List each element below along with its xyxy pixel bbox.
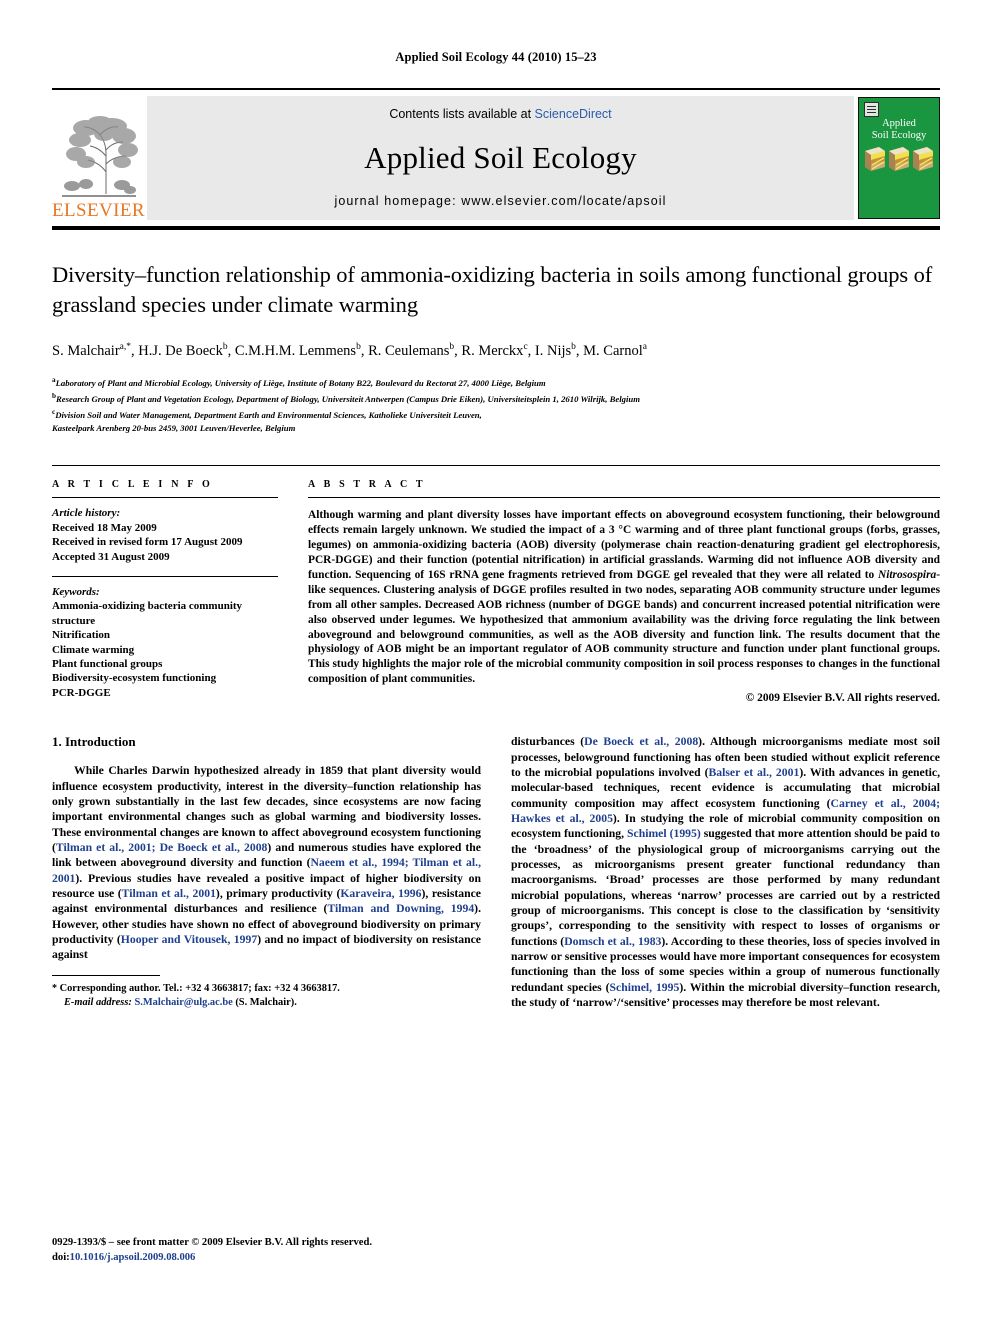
history-item: Received 18 May 2009 xyxy=(52,521,157,534)
affiliation-item: bResearch Group of Plant and Vegetation … xyxy=(52,390,940,406)
article-info-column: A R T I C L E I N F O Article history: R… xyxy=(52,479,278,704)
history-item: Accepted 31 August 2009 xyxy=(52,550,170,563)
history-item: Received in revised form 17 August 2009 xyxy=(52,536,243,549)
cover-title-line-1: Applied xyxy=(882,118,916,129)
footnote-star-marker: * xyxy=(52,983,57,995)
keywords-label: Keywords: xyxy=(52,585,100,598)
affiliation-text: Division Soil and Water Management, Depa… xyxy=(55,409,482,420)
sciencedirect-link[interactable]: ScienceDirect xyxy=(535,107,612,121)
elsevier-wordmark: ELSEVIER xyxy=(52,200,145,221)
title-block: Diversity–function relationship of ammon… xyxy=(52,260,940,435)
keyword-item: Ammonia-oxidizing bacteria community str… xyxy=(52,600,243,627)
doi-line: doi:10.1016/j.apsoil.2009.08.006 xyxy=(52,1251,372,1266)
keyword-item: Nitrification xyxy=(52,629,111,642)
cover-soil-profiles xyxy=(865,145,933,171)
affiliation-item: cDivision Soil and Water Management, Dep… xyxy=(52,406,940,422)
soil-profile-icon xyxy=(913,145,933,171)
keyword-item: Biodiversity-ecosystem functioning xyxy=(52,672,217,685)
affiliation-text: Kasteelpark Arenberg 20-bus 2459, 3001 L… xyxy=(52,423,296,434)
abstract-copyright: © 2009 Elsevier B.V. All rights reserved… xyxy=(745,692,940,705)
article-info-label: A R T I C L E I N F O xyxy=(52,479,213,491)
body-column-right: disturbances (De Boeck et al., 2008). Al… xyxy=(511,734,940,1010)
affiliation-item: Kasteelpark Arenberg 20-bus 2459, 3001 L… xyxy=(52,422,940,435)
contents-prefix: Contents lists available at xyxy=(389,107,535,121)
journal-masthead: ELSEVIER Contents lists available at Sci… xyxy=(52,88,940,230)
author-list: S. Malchaira,*, H.J. De Boeckb, C.M.H.M.… xyxy=(52,342,647,359)
affiliation-text: Laboratory of Plant and Microbial Ecolog… xyxy=(55,377,546,388)
email-address-label: E-mail address: xyxy=(64,997,132,1009)
abstract-part-2: -like sequences. Clustering analysis of … xyxy=(308,568,940,686)
soil-profile-icon xyxy=(889,145,909,171)
elsevier-logo: ELSEVIER xyxy=(52,90,145,226)
journal-homepage-link[interactable]: journal homepage: www.elsevier.com/locat… xyxy=(334,194,666,208)
cover-elsevier-mark-icon xyxy=(864,102,879,117)
journal-title: Applied Soil Ecology xyxy=(364,139,637,175)
corresponding-author-text: Corresponding author. Tel.: +32 4 366381… xyxy=(59,983,340,995)
body-column-left: 1. Introduction While Charles Darwin hyp… xyxy=(52,734,481,1010)
abstract-italic-term: Nitrosospira xyxy=(877,568,937,581)
keyword-item: PCR-DGGE xyxy=(52,686,111,699)
abstract-part-1: Although warming and plant diversity los… xyxy=(308,509,940,581)
masthead-center-panel: Contents lists available at ScienceDirec… xyxy=(147,96,854,220)
abstract-text: Although warming and plant diversity los… xyxy=(308,508,940,687)
abstract-label: A B S T R A C T xyxy=(308,479,426,491)
contents-available-line: Contents lists available at ScienceDirec… xyxy=(389,107,611,121)
journal-cover-thumbnail: Applied Soil Ecology xyxy=(858,97,940,219)
keyword-item: Climate warming xyxy=(52,643,135,656)
intro-paragraph-right: disturbances (De Boeck et al., 2008). Al… xyxy=(511,735,941,1010)
elsevier-tree-icon xyxy=(61,116,138,197)
page-footer: 0929-1393/$ – see front matter © 2009 El… xyxy=(52,1236,372,1265)
article-history-group: Article history: Received 18 May 2009 Re… xyxy=(52,506,278,564)
affiliation-item: aLaboratory of Plant and Microbial Ecolo… xyxy=(52,374,940,390)
email-address-link[interactable]: S.Malchair@ulg.ac.be xyxy=(134,997,232,1008)
running-head: Applied Soil Ecology 44 (2010) 15–23 xyxy=(395,50,597,64)
issn-front-matter-line: 0929-1393/$ – see front matter © 2009 El… xyxy=(52,1237,372,1248)
section-heading-introduction: 1. Introduction xyxy=(52,734,136,750)
intro-paragraph-left: While Charles Darwin hypothesized alread… xyxy=(52,764,481,962)
affiliation-list: aLaboratory of Plant and Microbial Ecolo… xyxy=(52,374,940,435)
footnote-divider xyxy=(52,975,160,977)
body-region: 1. Introduction While Charles Darwin hyp… xyxy=(52,734,940,1010)
footnote-line-1: * Corresponding author. Tel.: +32 4 3663… xyxy=(52,982,481,996)
abstract-column: A B S T R A C T Although warming and pla… xyxy=(308,479,940,704)
cover-title: Applied Soil Ecology xyxy=(859,118,939,141)
corresponding-author-footnote: * Corresponding author. Tel.: +32 4 3663… xyxy=(52,982,481,1010)
doi-label: doi: xyxy=(52,1251,70,1263)
article-history-label: Article history: xyxy=(52,507,121,520)
keyword-item: Plant functional groups xyxy=(52,657,163,670)
soil-profile-icon xyxy=(865,145,885,171)
doi-link[interactable]: 10.1016/j.apsoil.2009.08.006 xyxy=(70,1252,196,1263)
footnote-line-2: E-mail address: S.Malchair@ulg.ac.be (S.… xyxy=(52,996,481,1010)
keywords-group: Keywords: Ammonia-oxidizing bacteria com… xyxy=(52,585,278,700)
page-title: Diversity–function relationship of ammon… xyxy=(52,262,933,317)
divider xyxy=(52,497,278,499)
email-owner: (S. Malchair). xyxy=(235,997,297,1009)
divider xyxy=(52,575,278,577)
divider xyxy=(308,497,940,499)
article-page: Applied Soil Ecology 44 (2010) 15–23 ELS… xyxy=(0,0,992,1323)
cover-title-line-2: Soil Ecology xyxy=(871,129,927,141)
affiliation-text: Research Group of Plant and Vegetation E… xyxy=(56,393,641,404)
footnote-region: * Corresponding author. Tel.: +32 4 3663… xyxy=(52,975,481,1010)
info-abstract-region: A R T I C L E I N F O Article history: R… xyxy=(52,465,940,704)
